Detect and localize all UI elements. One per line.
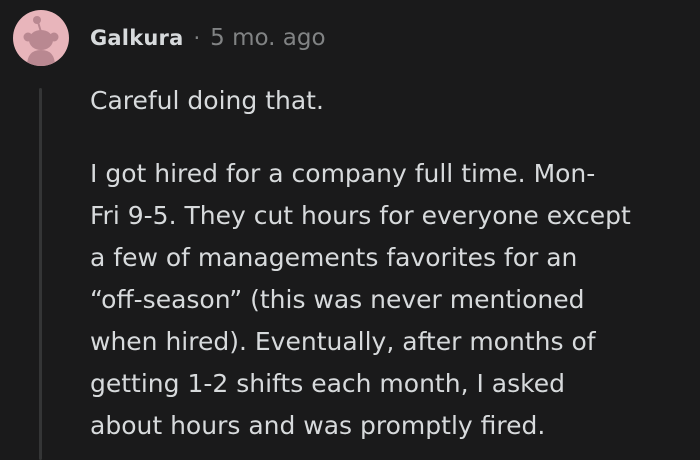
comment-line: about hours and was promptly fired. xyxy=(90,411,546,440)
comment-line: Careful doing that. xyxy=(90,86,324,115)
comment-line: getting 1-2 shifts each month, I asked xyxy=(90,369,565,398)
comment-line: when hired). Eventually, after months of xyxy=(90,327,596,356)
separator-dot: · xyxy=(193,26,201,50)
thread-collapse-line[interactable] xyxy=(39,88,42,460)
comment: Galkura · 5 mo. ago Careful doing that. … xyxy=(0,0,700,460)
comment-timestamp[interactable]: 5 mo. ago xyxy=(210,25,325,51)
comment-line: a few of managements favorites for an xyxy=(90,243,578,272)
comment-header: Galkura · 5 mo. ago xyxy=(90,22,326,54)
comment-line: “off-season” (this was never mentioned xyxy=(90,285,585,314)
comment-line: Fri 9-5. They cut hours for everyone exc… xyxy=(90,201,631,230)
snoo-avatar-icon xyxy=(23,16,59,66)
author-name[interactable]: Galkura xyxy=(90,26,183,50)
user-avatar[interactable] xyxy=(13,10,69,66)
comment-line: I got hired for a company full time. Mon… xyxy=(90,159,596,188)
comment-body: Careful doing that. I got hired for a co… xyxy=(90,80,690,447)
